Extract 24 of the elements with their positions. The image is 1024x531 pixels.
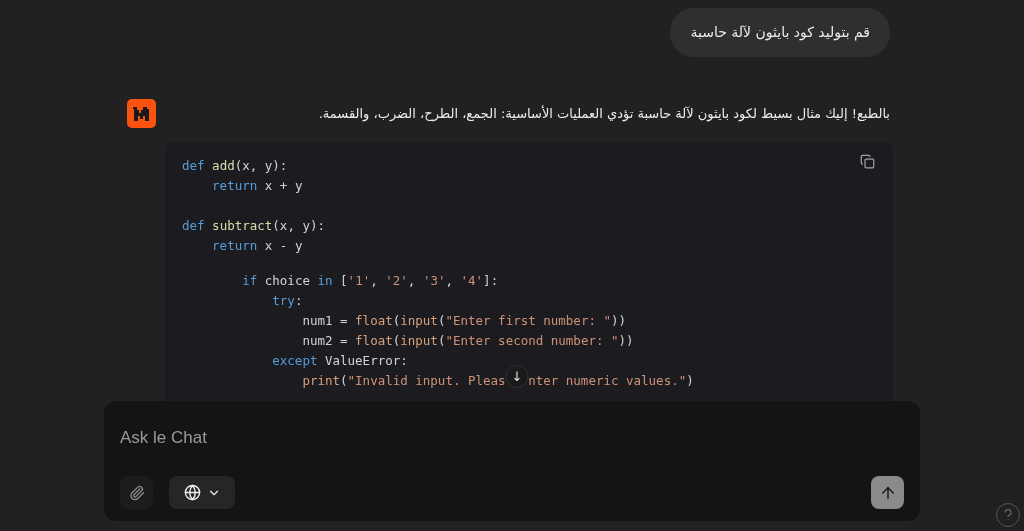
copy-button[interactable] [860, 154, 875, 169]
web-search-dropdown[interactable] [169, 476, 235, 509]
code-line: def add(x, y): [182, 157, 288, 175]
code-line: return x + y [212, 177, 303, 195]
assistant-message: بالطبع! إليك مثال بسيط لكود بايثون لآلة حاسبة تؤدي العمليات الأساسية: الجمع، الطرح، الضرب، والقسمة. [317, 104, 890, 124]
copy-icon [860, 154, 875, 169]
code-line: num2 = float(input("Enter second number: ")) [302, 332, 634, 350]
globe-icon [183, 484, 201, 501]
message-field[interactable]: Ask le Chat [104, 401, 920, 521]
code-line: num1 = float(input("Enter first number: ")) [302, 312, 627, 330]
user-message: قم بتوليد كود بايثون لآلة حاسبة [670, 8, 890, 57]
code-line: def subtract(x, y): [182, 217, 325, 235]
attach-button[interactable] [120, 476, 153, 509]
code-line: if choice in ['1', '2', '3', '4']: [242, 272, 499, 290]
message-input[interactable]: Ask le Chat [120, 417, 904, 459]
code-line: print("Invalid input. Pleas [302, 372, 506, 390]
code-line: try: [272, 292, 303, 310]
paperclip-icon [128, 484, 145, 501]
logo-icon [127, 99, 156, 128]
code-line: except ValueError: [272, 352, 408, 370]
code-line: nter numeric values.") [528, 372, 694, 390]
send-button[interactable] [871, 476, 904, 509]
code-line: return x - y [212, 237, 303, 255]
scroll-down-button[interactable]: ↓ [505, 365, 529, 388]
